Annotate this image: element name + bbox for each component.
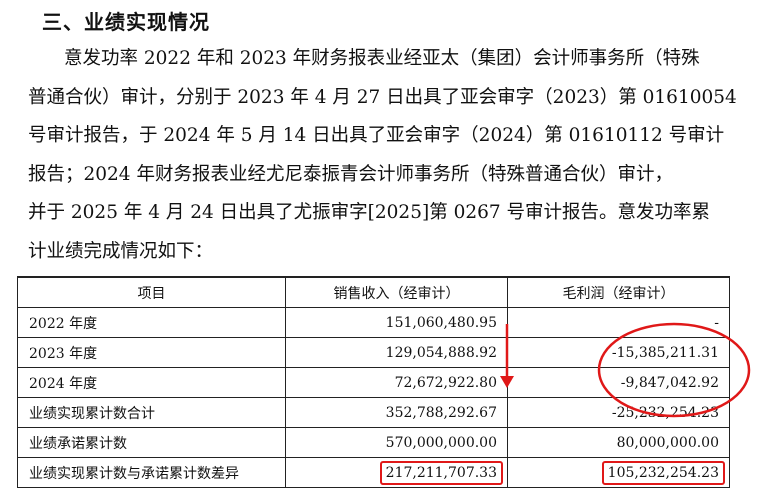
paragraph-line: 报告；2024 年财务报表业经尤尼泰振青会计师事务所（特殊普通合伙）审计， xyxy=(28,163,673,185)
row-item: 业绩实现累计数合计 xyxy=(17,397,286,428)
table-row: 业绩实现累计数与承诺累计数差异 217,211,707.33 105,232,2… xyxy=(17,457,730,488)
table-row: 业绩实现累计数合计 352,788,292.67 -25,232,254.23 xyxy=(17,397,730,428)
table-row: 2023 年度 129,054,888.92 -15,385,211.31 xyxy=(17,337,730,368)
performance-table: 项目 销售收入（经审计） 毛利润（经审计） 2022 年度 151,060,48… xyxy=(17,276,730,488)
row-item: 2024 年度 xyxy=(17,367,286,398)
paragraph-line: 号审计报告，于 2024 年 5 月 14 日出具了亚会审字（2024）第 01… xyxy=(28,125,725,146)
row-gross-profit: 80,000,000.00 xyxy=(507,427,730,458)
col-header-item: 项目 xyxy=(17,276,286,308)
col-header-revenue: 销售收入（经审计） xyxy=(285,276,508,308)
row-revenue: 129,054,888.92 xyxy=(285,337,508,368)
row-gross-profit: -15,385,211.31 xyxy=(507,337,730,368)
table-row: 业绩承诺累计数 570,000,000.00 80,000,000.00 xyxy=(17,427,730,458)
paragraph-line: 意发功率 2022 年和 2023 年财务报表业经亚太（集团）会计师事务所（特殊 xyxy=(64,48,700,69)
highlight-box-profit-diff: 105,232,254.23 xyxy=(601,460,725,485)
row-revenue: 151,060,480.95 xyxy=(285,307,508,338)
row-gross-profit: -9,847,042.92 xyxy=(507,367,730,398)
row-item: 业绩承诺累计数 xyxy=(17,427,286,458)
row-revenue: 352,788,292.67 xyxy=(285,397,508,428)
paragraph-line: 普通合伙）审计，分别于 2023 年 4 月 27 日出具了亚会审字（2023）… xyxy=(28,86,737,108)
body-paragraph: 意发功率 2022 年和 2023 年财务报表业经亚太（集团）会计师事务所（特殊… xyxy=(28,40,740,271)
highlight-box-revenue-diff: 217,211,707.33 xyxy=(379,460,503,485)
table-header-row: 项目 销售收入（经审计） 毛利润（经审计） xyxy=(17,276,730,308)
paragraph-line: 并于 2025 年 4 月 24 日出具了尤振审字[2025]第 0267 号审… xyxy=(28,202,711,223)
col-header-gross-profit: 毛利润（经审计） xyxy=(507,276,730,308)
row-item: 2022 年度 xyxy=(17,307,286,338)
row-revenue: 72,672,922.80 xyxy=(285,367,508,398)
row-gross-profit: 105,232,254.23 xyxy=(507,457,730,488)
row-revenue: 217,211,707.33 xyxy=(285,457,508,488)
table-row: 2022 年度 151,060,480.95 - xyxy=(17,307,730,338)
row-item: 2023 年度 xyxy=(17,337,286,368)
section-heading: 三、业绩实现情况 xyxy=(42,10,210,34)
table-row: 2024 年度 72,672,922.80 -9,847,042.92 xyxy=(17,367,730,398)
row-item: 业绩实现累计数与承诺累计数差异 xyxy=(17,457,286,488)
row-revenue: 570,000,000.00 xyxy=(285,427,508,458)
row-gross-profit: - xyxy=(507,307,730,338)
row-gross-profit: -25,232,254.23 xyxy=(507,397,730,428)
paragraph-line: 计业绩完成情况如下： xyxy=(28,240,214,262)
